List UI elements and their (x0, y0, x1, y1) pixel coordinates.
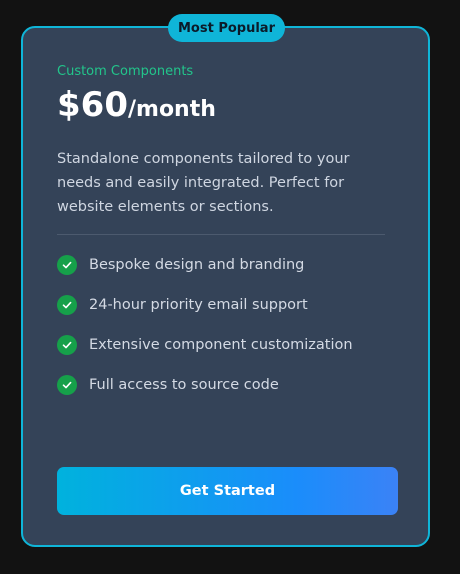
plan-price: $60/month (57, 88, 216, 122)
check-circle-icon (57, 295, 77, 315)
feature-item: Full access to source code (57, 374, 279, 396)
get-started-button[interactable]: Get Started (57, 467, 398, 515)
feature-label: Bespoke design and branding (89, 257, 305, 273)
divider (57, 234, 385, 235)
plan-category: Custom Components (57, 64, 194, 79)
check-circle-icon (57, 375, 77, 395)
feature-label: Full access to source code (89, 377, 279, 393)
price-amount: $60 (57, 85, 128, 125)
plan-description: Standalone components tailored to your n… (57, 151, 350, 215)
feature-item: Extensive component customization (57, 334, 353, 356)
feature-item: 24-hour priority email support (57, 294, 308, 316)
check-circle-icon (57, 255, 77, 275)
price-period: /month (127, 97, 216, 122)
check-circle-icon (57, 335, 77, 355)
most-popular-badge: Most Popular (168, 14, 285, 42)
feature-label: 24-hour priority email support (89, 297, 308, 313)
feature-label: Extensive component customization (89, 337, 353, 353)
feature-item: Bespoke design and branding (57, 254, 304, 276)
